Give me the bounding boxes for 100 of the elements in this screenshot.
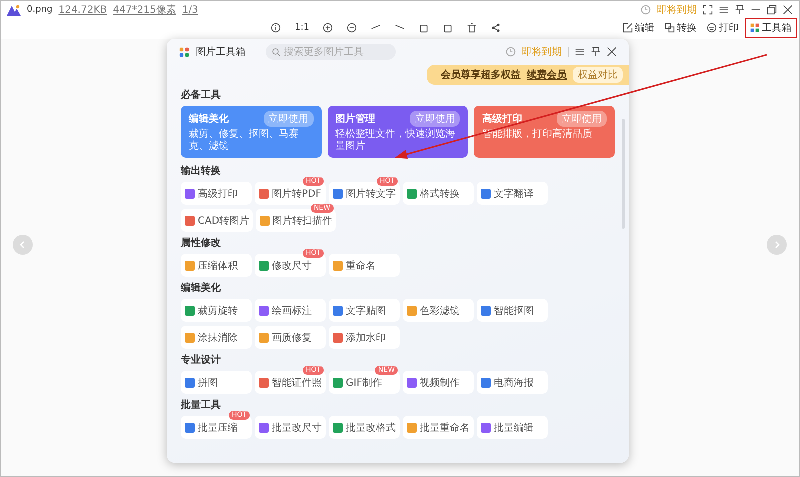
tool-tile[interactable]: 图片转PDF (255, 182, 326, 205)
tool-tile[interactable]: 压缩体积 (181, 254, 252, 277)
card-title: 图片管理 (336, 112, 376, 126)
toolbar-button[interactable]: 工具箱 (745, 18, 797, 38)
tool-label: 画质修复 (272, 332, 312, 344)
tool-label: 添加水印 (346, 332, 386, 344)
file-name: 0.png (27, 5, 53, 15)
tool-tile[interactable]: 文字翻译 (477, 182, 548, 205)
tool-tile[interactable]: 画质修复 (255, 326, 326, 349)
tool-tile[interactable]: 添加水印 (329, 326, 400, 349)
tool-tile[interactable]: 图片转文字 (329, 182, 400, 205)
tool-label: 图片转扫描件 (272, 214, 333, 228)
grid-icon (750, 23, 760, 33)
section-title: 专业设计 (181, 354, 222, 367)
pencil-icon (623, 23, 633, 33)
tool-label: 智能证件照 (272, 376, 322, 390)
section-title: 必备工具 (181, 88, 222, 102)
search-icon (272, 48, 281, 56)
pin-icon[interactable] (591, 47, 601, 57)
tool-tile[interactable]: 重命名 (329, 254, 400, 277)
clock-icon (506, 47, 516, 57)
tool-tile[interactable]: 高级打印 (181, 182, 252, 205)
toolbar-button[interactable]: 编辑 (619, 19, 659, 37)
tool-tile[interactable]: 智能抠图 (477, 299, 548, 322)
file-size: 124.72KB (58, 4, 108, 16)
fullscreen-icon[interactable] (703, 5, 713, 15)
dialog-title: 图片工具箱 (196, 46, 246, 59)
search-field[interactable]: 搜索更多图片工具 (266, 44, 396, 60)
tool-tile[interactable]: 批量重命名 (403, 416, 474, 439)
tool-label: 色彩滤镜 (420, 304, 460, 318)
image-dimensions: 447*215像素 (113, 4, 176, 17)
tool-label: 批量压缩 (198, 422, 238, 434)
tool-label: 压缩体积 (198, 260, 238, 272)
section-title: 编辑美化 (181, 281, 222, 295)
tool-label: 图片转文字 (346, 188, 396, 200)
clock-icon (641, 5, 651, 15)
tool-label: 批量重命名 (420, 422, 470, 434)
tool-tile[interactable]: 批量编辑 (477, 416, 548, 439)
tool-label: GIF制作 (346, 376, 382, 390)
tool-tile[interactable]: 修改尺寸 (255, 254, 326, 277)
card-title: 编辑美化 (189, 112, 229, 126)
section-title: 属性修改 (181, 236, 222, 250)
tool-tile[interactable]: 色彩滤镜 (403, 299, 474, 322)
section-title: 输出转换 (181, 164, 222, 178)
print-icon (707, 23, 717, 33)
tool-label: 绘画标注 (272, 304, 312, 318)
zoom-out-icon[interactable] (347, 23, 358, 33)
tool-label: 智能抠图 (494, 304, 534, 318)
tool-label: CAD转图片 (198, 214, 250, 228)
tool-label: 批量改尺寸 (272, 422, 322, 434)
tool-tile[interactable]: 视频制作 (403, 371, 474, 394)
toolbar-button[interactable]: 转换 (661, 19, 701, 37)
menu-icon[interactable] (575, 47, 585, 57)
pin-icon[interactable] (735, 5, 745, 15)
tool-tile[interactable]: 绘画标注 (255, 299, 326, 322)
toolbox-logo-icon (179, 46, 190, 58)
tool-label: 拼图 (198, 376, 218, 390)
tool-tile[interactable]: 批量压缩 (181, 416, 252, 439)
tool-tile[interactable]: 智能证件照 (255, 371, 326, 394)
card-description: 轻松整理文件，快速浏览海量图片 (336, 129, 457, 153)
info-icon[interactable] (271, 23, 281, 33)
tool-label: 重命名 (346, 260, 376, 272)
tool-label: 视频制作 (420, 376, 460, 390)
tool-label: 文字贴图 (346, 304, 386, 318)
tool-tile[interactable]: 裁剪旋转 (181, 299, 252, 322)
restore-icon[interactable] (767, 5, 777, 15)
tool-label: 图片转PDF (272, 188, 322, 200)
tool-tile[interactable]: 批量改尺寸 (255, 416, 326, 439)
tool-label: 电商海报 (494, 376, 534, 390)
menu-icon[interactable] (719, 5, 729, 15)
promo-text: 会员尊享超多权益 (441, 68, 521, 82)
tool-tile[interactable]: GIF制作 (329, 371, 400, 394)
tool-label: 修改尺寸 (272, 260, 312, 272)
tool-label: 批量改格式 (346, 422, 396, 434)
tool-tile[interactable]: 文字贴图 (329, 299, 400, 322)
zoom-in-icon[interactable] (323, 23, 334, 33)
page-counter: 1/3 (182, 4, 198, 16)
tool-label: 涂抹消除 (198, 332, 238, 344)
card-description: 裁剪、修复、抠图、马赛克、滤镜 (189, 129, 300, 153)
copy-icon (665, 23, 675, 33)
toolbar-button[interactable]: 打印 (703, 19, 743, 37)
share-icon[interactable] (491, 23, 502, 33)
mountain-logo-icon (7, 4, 21, 16)
close-icon[interactable] (607, 47, 617, 57)
tool-label: 批量编辑 (494, 422, 534, 434)
close-icon[interactable] (783, 5, 793, 15)
tool-tile[interactable]: 图片转扫描件 (256, 209, 336, 232)
tool-tile[interactable]: 格式转换 (403, 182, 474, 205)
tool-label: 文字翻译 (494, 188, 534, 200)
actual-size-button[interactable]: 1:1 (295, 23, 310, 33)
tool-tile[interactable]: CAD转图片 (181, 209, 253, 232)
tool-tile[interactable]: 批量改格式 (329, 416, 400, 439)
tool-tile[interactable]: 涂抹消除 (181, 326, 252, 349)
renew-link[interactable]: 续费会员 (527, 68, 567, 82)
tool-label: 高级打印 (198, 188, 238, 200)
tool-tile[interactable]: 拼图 (181, 371, 252, 394)
delete-icon[interactable] (467, 23, 478, 33)
feature-card[interactable]: 图片管理 立即使用 轻松整理文件，快速浏览海量图片 (328, 106, 468, 158)
tool-tile[interactable]: 电商海报 (477, 371, 548, 394)
section-title: 批量工具 (181, 398, 222, 412)
